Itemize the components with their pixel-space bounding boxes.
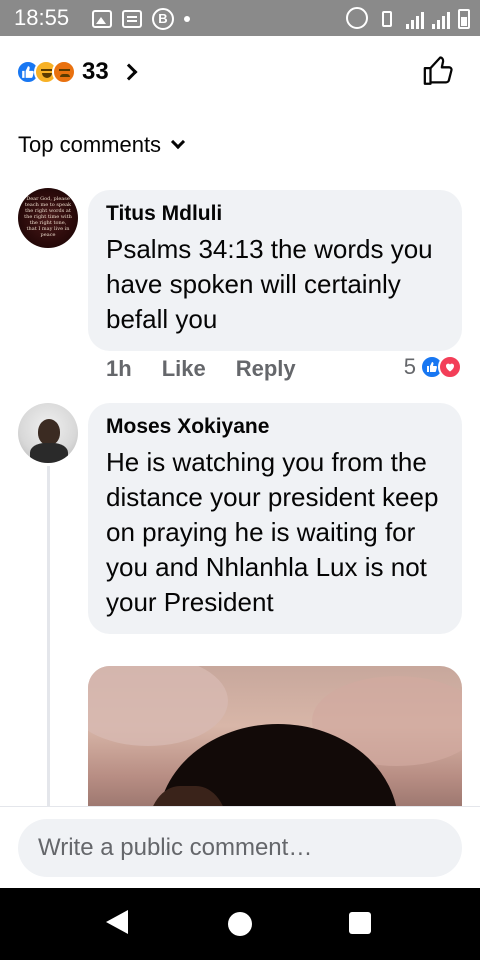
sort-comments-dropdown[interactable]: Top comments: [18, 132, 186, 158]
comment-reaction-count: 5: [403, 354, 416, 379]
comment-author[interactable]: Titus Mdluli: [106, 202, 444, 226]
vibrate-icon: [376, 9, 398, 29]
alarm-icon: [346, 7, 368, 29]
comment-input[interactable]: [18, 819, 462, 877]
b-circle-icon: B: [152, 8, 174, 30]
chevron-right-icon: [120, 63, 138, 81]
comment-reactions[interactable]: 5: [404, 354, 462, 380]
avatar-text: Dear God, please teach me to speak the r…: [24, 196, 72, 238]
home-icon[interactable]: [228, 912, 252, 936]
avatar[interactable]: Dear God, please teach me to speak the r…: [18, 188, 78, 248]
comment-text: Psalms 34:13 the words you have spoken w…: [106, 234, 433, 334]
image-notification-icon: [92, 10, 112, 28]
system-icons: [346, 7, 470, 29]
comment-bubble[interactable]: Titus Mdluli Psalms 34:13 the words you …: [88, 190, 462, 351]
signal-icon: [406, 9, 424, 29]
comment-author[interactable]: Moses Xokiyane: [106, 415, 444, 439]
comment-bubble[interactable]: Moses Xokiyane He is watching you from t…: [88, 403, 462, 634]
recents-icon[interactable]: [349, 912, 371, 934]
comment-actions: 1h Like Reply: [106, 356, 296, 382]
love-icon: [438, 355, 462, 379]
dot-icon: [184, 16, 190, 22]
thumbs-up-outline-icon[interactable]: [422, 54, 456, 88]
avatar[interactable]: [18, 403, 78, 463]
navigation-bar: [0, 888, 480, 960]
comment-composer-area: [0, 806, 480, 888]
like-comment-button[interactable]: Like: [162, 356, 206, 382]
sort-label: Top comments: [18, 132, 162, 157]
angry-icon: [52, 60, 76, 84]
status-bar: 18:55 B: [0, 0, 480, 36]
status-time: 18:55: [14, 5, 70, 30]
post-reactions-summary[interactable]: 33: [16, 58, 138, 86]
message-notification-icon: [122, 10, 142, 28]
comments-panel: 33 Top comments Dear God, please teach m…: [0, 36, 480, 888]
chevron-down-icon: [170, 134, 186, 150]
battery-icon: [458, 9, 470, 29]
reply-button[interactable]: Reply: [236, 356, 296, 382]
comment-time[interactable]: 1h: [106, 356, 132, 382]
back-icon[interactable]: [106, 910, 128, 934]
signal-icon: [432, 9, 450, 29]
reaction-count: 33: [82, 58, 109, 85]
thread-line: [47, 466, 50, 836]
notification-icons: B: [92, 8, 190, 30]
comment-text: He is watching you from the distance you…: [106, 447, 439, 617]
